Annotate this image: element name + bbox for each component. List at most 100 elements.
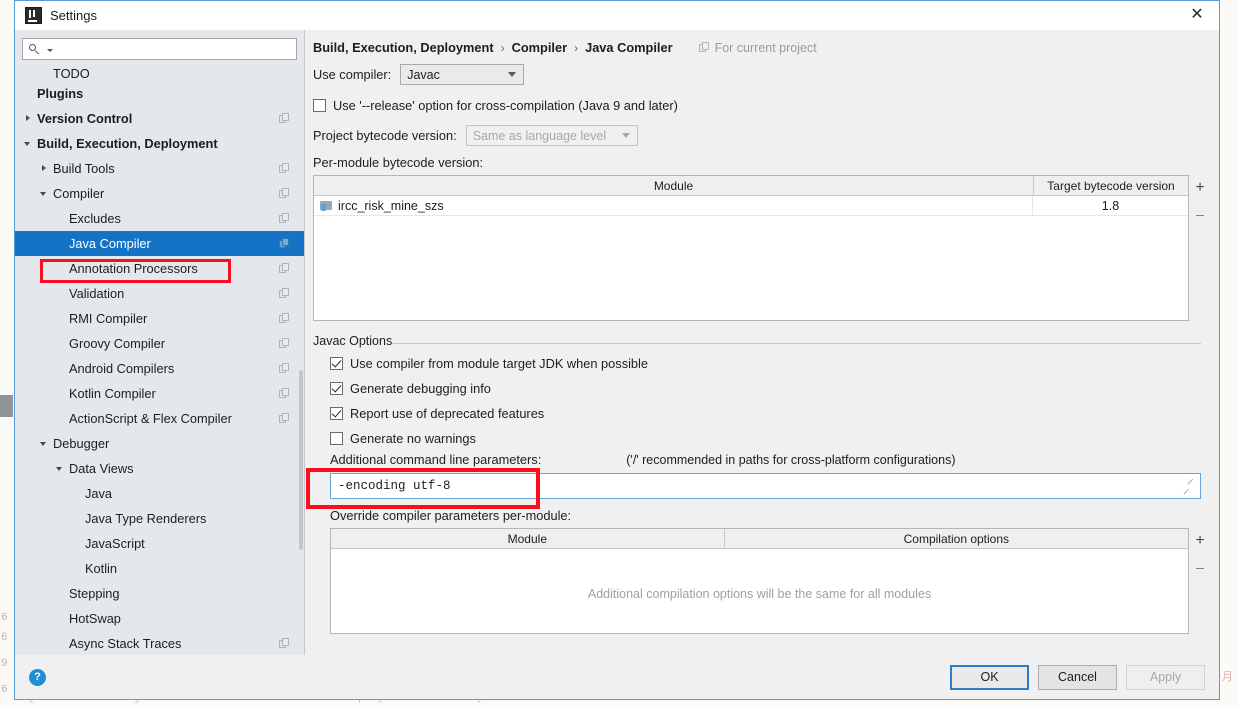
chevron-down-icon[interactable] — [39, 188, 50, 199]
settings-tree[interactable]: TODO Plugins Version Control Build, Executi… — [15, 66, 304, 655]
javac-checkbox-row[interactable]: Use compiler from module target JDK when… — [322, 352, 1219, 374]
remove-override-button[interactable]: – — [1190, 554, 1210, 580]
remove-module-button[interactable]: – — [1190, 201, 1210, 227]
close-icon[interactable]: ✕ — [1175, 1, 1219, 29]
settings-sidebar: TODO Plugins Version Control Build, Executi… — [15, 30, 305, 655]
copy-icon[interactable] — [279, 413, 290, 424]
search-input[interactable] — [53, 41, 296, 57]
sidebar-item-version-control[interactable]: Version Control — [15, 106, 304, 131]
sidebar-item-label: Java — [85, 486, 113, 501]
sidebar-item-java-type-renderers[interactable]: Java Type Renderers — [15, 506, 304, 531]
sidebar-item-kotlin[interactable]: Kotlin — [15, 556, 304, 581]
help-button[interactable]: ? — [29, 668, 46, 686]
sidebar-item-debugger[interactable]: Debugger — [15, 431, 304, 456]
override-table-header: Module Compilation options — [331, 529, 1188, 549]
javac-options-title: Javac Options — [305, 334, 393, 348]
apply-button[interactable]: Apply — [1126, 664, 1205, 690]
copy-icon[interactable] — [279, 188, 290, 199]
override-table[interactable]: Module Compilation options Additional co… — [330, 528, 1189, 634]
sidebar-item-rmi-compiler[interactable]: RMI Compiler — [15, 306, 304, 331]
module-table[interactable]: Module Target bytecode version ircc_risk… — [313, 175, 1189, 321]
add-override-button[interactable]: + — [1190, 528, 1210, 554]
use-compiler-from-jdk-checkbox[interactable] — [330, 356, 343, 370]
sidebar-item-compiler[interactable]: Compiler — [15, 181, 304, 206]
release-option-checkbox[interactable] — [313, 98, 326, 112]
breadcrumb-item[interactable]: Java Compiler — [585, 40, 673, 55]
chevron-right-icon[interactable] — [39, 163, 50, 174]
sidebar-item-kotlin-compiler[interactable]: Kotlin Compiler — [15, 381, 304, 406]
column-header-module[interactable]: Module — [331, 529, 724, 548]
breadcrumb-separator-icon: › — [500, 40, 505, 55]
sidebar-item-label: Build Tools — [53, 161, 115, 176]
sidebar-item-async-stack-traces[interactable]: Async Stack Traces — [15, 631, 304, 655]
background-ide-tab — [0, 395, 13, 417]
sidebar-item-label: RMI Compiler — [69, 311, 148, 326]
copy-icon[interactable] — [279, 213, 290, 224]
sidebar-item-actionscript-flex-compiler[interactable]: ActionScript & Flex Compiler — [15, 406, 304, 431]
chevron-down-icon[interactable] — [55, 463, 66, 474]
ok-button[interactable]: OK — [950, 664, 1029, 690]
copy-icon[interactable] — [279, 288, 290, 299]
sidebar-item-annotation-processors[interactable]: Annotation Processors — [15, 256, 304, 281]
chevron-down-icon[interactable] — [23, 138, 34, 149]
sidebar-item-todo[interactable]: TODO — [15, 66, 304, 81]
breadcrumb: Build, Execution, Deployment › Compiler … — [305, 30, 1219, 61]
sidebar-item-stepping[interactable]: Stepping — [15, 581, 304, 606]
copy-icon[interactable] — [279, 338, 290, 349]
project-bytecode-select[interactable]: Same as language level — [465, 125, 638, 146]
cell-target-bytecode[interactable]: 1.8 — [1033, 196, 1188, 215]
sidebar-item-javascript[interactable]: JavaScript — [15, 531, 304, 556]
column-header-module[interactable]: Module — [314, 176, 1033, 195]
sidebar-item-build-tools[interactable]: Build Tools — [15, 156, 304, 181]
copy-icon[interactable] — [279, 363, 290, 374]
column-header-target-bytecode[interactable]: Target bytecode version — [1033, 176, 1188, 195]
report-deprecated-checkbox[interactable] — [330, 406, 343, 420]
cancel-button[interactable]: Cancel — [1038, 664, 1117, 690]
release-option-row[interactable]: Use '--release' option for cross-compila… — [305, 94, 1219, 116]
column-header-compilation-options[interactable]: Compilation options — [723, 529, 1188, 548]
use-compiler-select[interactable]: Javac — [400, 64, 525, 85]
sidebar-item-label: Kotlin — [85, 561, 118, 576]
sidebar-item-java-compiler[interactable]: Java Compiler — [15, 231, 304, 256]
group-divider — [305, 343, 1201, 344]
add-module-button[interactable]: + — [1190, 175, 1210, 201]
sidebar-item-android-compilers[interactable]: Android Compilers — [15, 356, 304, 381]
breadcrumb-item[interactable]: Compiler — [512, 40, 567, 55]
sidebar-scrollbar[interactable] — [299, 370, 303, 550]
table-row[interactable]: ircc_risk_mine_szs 1.8 — [314, 196, 1188, 216]
sidebar-item-plugins[interactable]: Plugins — [15, 81, 304, 106]
javac-checkbox-row[interactable]: Generate no warnings — [322, 427, 1219, 449]
expand-icon[interactable] — [1183, 478, 1194, 495]
additional-params-input[interactable]: -encoding utf-8 — [330, 473, 1201, 499]
javac-checkbox-row[interactable]: Report use of deprecated features — [322, 402, 1219, 424]
generate-no-warnings-checkbox[interactable] — [330, 431, 343, 445]
copy-icon[interactable] — [279, 313, 290, 324]
copy-icon[interactable] — [279, 638, 290, 649]
sidebar-item-validation[interactable]: Validation — [15, 281, 304, 306]
cell-module: ircc_risk_mine_szs — [314, 196, 1033, 215]
sidebar-item-build-execution-deployment[interactable]: Build, Execution, Deployment — [15, 131, 304, 156]
copy-icon[interactable] — [279, 388, 290, 399]
sidebar-item-java[interactable]: Java — [15, 481, 304, 506]
copy-icon[interactable] — [279, 163, 290, 174]
chevron-right-icon[interactable] — [23, 113, 34, 124]
copy-icon[interactable] — [279, 113, 290, 124]
sidebar-item-hotswap[interactable]: HotSwap — [15, 606, 304, 631]
additional-params-row: Additional command line parameters: ('/'… — [305, 452, 1219, 467]
sidebar-item-data-views[interactable]: Data Views — [15, 456, 304, 481]
javac-checkbox-row[interactable]: Generate debugging info — [322, 377, 1219, 399]
breadcrumb-item[interactable]: Build, Execution, Deployment — [313, 40, 494, 55]
copy-icon[interactable] — [279, 238, 290, 249]
search-box[interactable] — [22, 38, 297, 60]
generate-debugging-info-checkbox[interactable] — [330, 381, 343, 395]
chevron-down-icon[interactable] — [39, 438, 50, 449]
sidebar-item-excludes[interactable]: Excludes — [15, 206, 304, 231]
copy-icon[interactable] — [279, 263, 290, 274]
sidebar-item-groovy-compiler[interactable]: Groovy Compiler — [15, 331, 304, 356]
